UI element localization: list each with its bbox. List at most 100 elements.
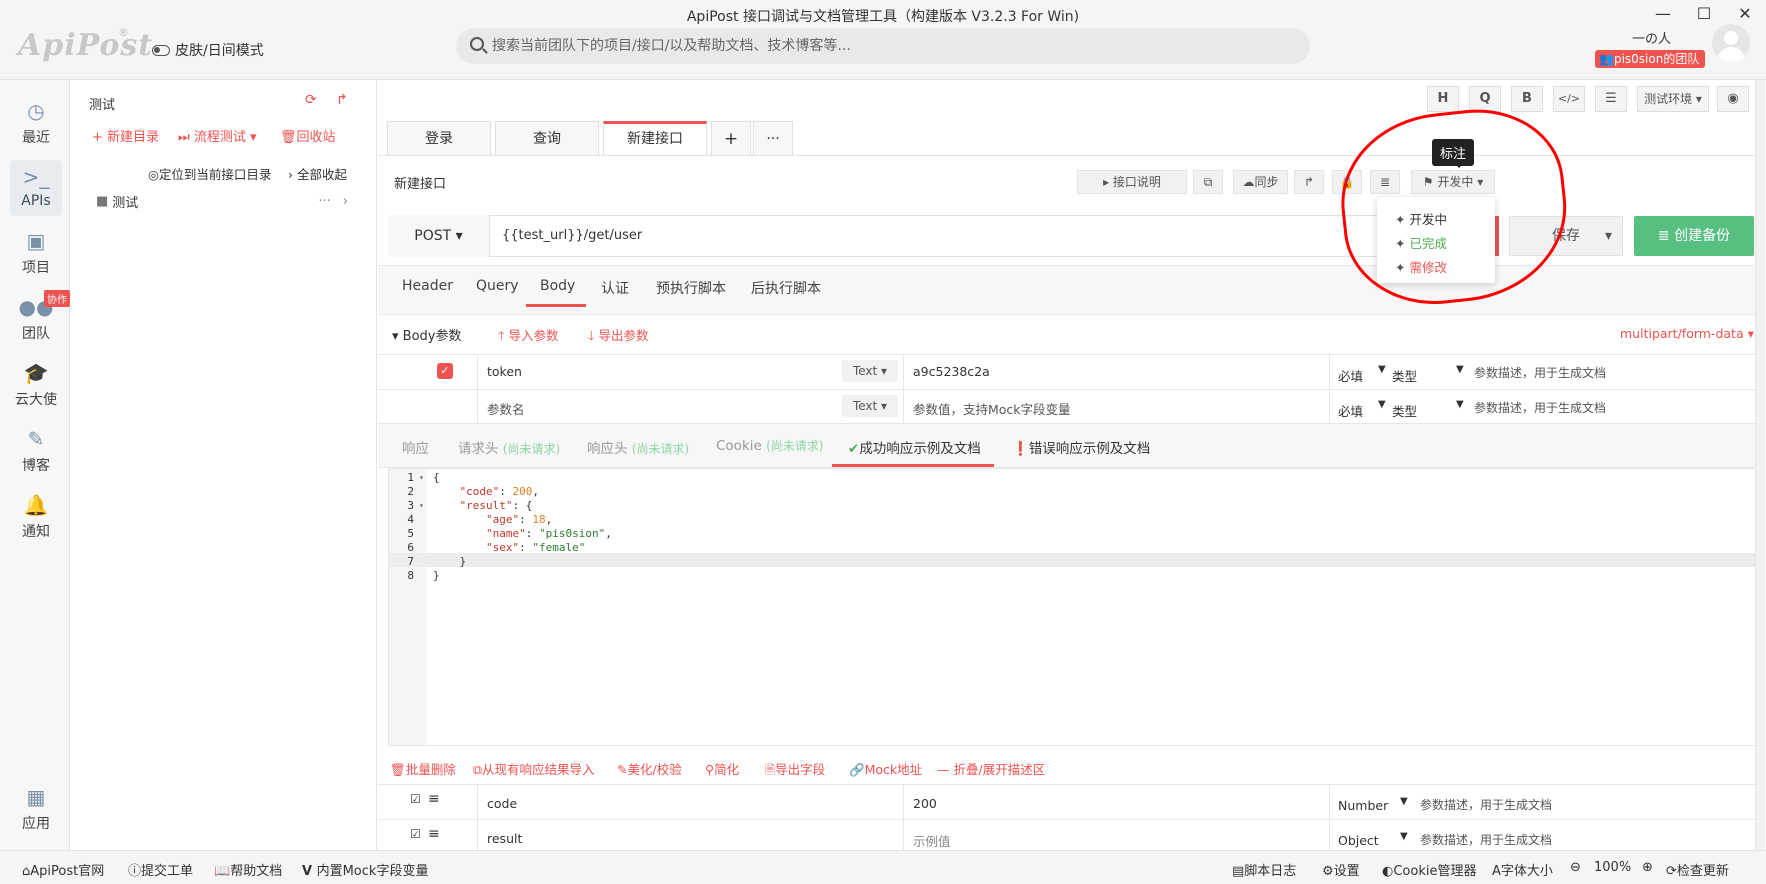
required-select[interactable]: 必填 [1338, 401, 1363, 420]
avatar[interactable] [1712, 24, 1750, 62]
url-input[interactable]: {{test_url}}/get/user [502, 228, 642, 243]
eye-icon[interactable]: ◉ [1717, 86, 1749, 112]
param-type-select[interactable]: Text ▾ [842, 360, 898, 382]
field-checkbox[interactable]: ☑ [410, 792, 421, 806]
script-log-button[interactable]: ▤脚本日志 [1232, 860, 1296, 879]
tab-request-headers[interactable]: 请求头 (尚未请求) [458, 437, 560, 457]
field-type-select[interactable]: Object [1338, 833, 1379, 848]
code-button[interactable]: </> [1553, 86, 1585, 112]
required-select[interactable]: 必填 [1338, 366, 1363, 385]
tab-new-api[interactable]: 新建接口 [603, 121, 707, 155]
content-type-select[interactable]: multipart/form-data ▾ [1620, 326, 1754, 341]
quote-button[interactable]: Q [1469, 86, 1501, 112]
field-checkbox[interactable]: ☑ [410, 827, 421, 841]
tree-folder-item[interactable]: ■ 测试 ··· › [96, 192, 348, 211]
share-icon[interactable]: ↱ [336, 92, 348, 108]
new-directory-button[interactable]: + 新建目录 [92, 126, 159, 145]
tab-query-params[interactable]: Query [476, 278, 519, 294]
fold-arrow-icon[interactable]: ▾ [419, 499, 424, 513]
param-value[interactable]: a9c5238c2a [913, 364, 990, 379]
bold-button[interactable]: B [1511, 86, 1543, 112]
row-checkbox[interactable]: ✓ [437, 363, 453, 379]
tab-auth[interactable]: 认证 [601, 278, 629, 298]
tab-cookie[interactable]: Cookie (尚未请求) [716, 437, 824, 454]
locate-dir-button[interactable]: ◎定位到当前接口目录 [148, 164, 271, 183]
copy-icon[interactable]: ⧉ [1193, 170, 1223, 194]
fold-description-button[interactable]: — 折叠/展开描述区 [937, 759, 1045, 778]
skin-mode-toggle[interactable]: 皮肤/日间模式 [152, 40, 264, 60]
create-backup-button[interactable]: ≣ 创建备份 [1634, 216, 1754, 256]
tab-error-example[interactable]: ❗错误响应示例及文档 [1012, 437, 1150, 457]
tab-pre-script[interactable]: 预执行脚本 [656, 278, 726, 298]
param-description[interactable]: 参数描述，用于生成文档 [1474, 399, 1606, 416]
share-icon[interactable]: ↱ [1294, 170, 1324, 194]
flow-test-button[interactable]: ⏭ 流程测试 ▾ [178, 126, 257, 145]
check-update-button[interactable]: ⟳检查更新 [1666, 860, 1729, 879]
api-doc-button[interactable]: ▸ 接口说明 [1077, 170, 1187, 194]
fold-arrow-icon[interactable]: ▾ [419, 471, 424, 485]
drag-handle-icon[interactable]: ≡ [428, 826, 440, 842]
heading-button[interactable]: H [1427, 86, 1459, 112]
body-params-toggle[interactable]: ▾ Body参数 [392, 325, 462, 344]
nav-apis[interactable]: >_ APIs [10, 160, 62, 216]
tab-header[interactable]: Header [402, 278, 453, 294]
field-description[interactable]: 参数描述，用于生成文档 [1420, 796, 1552, 813]
more-icon[interactable]: ··· [318, 194, 330, 209]
nav-blog[interactable]: ✎ 博客 [10, 428, 62, 475]
tab-body[interactable]: Body [540, 278, 575, 294]
global-search-input[interactable]: 搜索当前团队下的项目/接口/以及帮助文档、技术博客等... [456, 28, 1310, 64]
add-tab-button[interactable]: + [711, 121, 751, 155]
value-type-select[interactable]: 类型 [1392, 366, 1417, 385]
font-size-button[interactable]: A字体大小 [1492, 860, 1553, 879]
official-site-link[interactable]: ⌂ApiPost官网 [22, 860, 104, 879]
tab-login[interactable]: 登录 [387, 121, 491, 155]
tab-post-script[interactable]: 后执行脚本 [751, 278, 821, 298]
code-editor[interactable] [388, 468, 1756, 746]
nav-notifications[interactable]: 🔔 通知 [10, 494, 62, 541]
main-scrollbar[interactable] [1755, 80, 1765, 850]
zoom-in-icon[interactable]: ⊕ [1642, 860, 1653, 875]
beautify-button[interactable]: ✎美化/校验 [617, 759, 682, 778]
minimize-button[interactable]: — [1648, 4, 1678, 24]
tab-response-headers[interactable]: 响应头 (尚未请求) [587, 437, 689, 457]
import-params-button[interactable]: 🡑 导入参数 [498, 325, 559, 348]
nav-cloud-ambassador[interactable]: 🎓 云大使 [10, 362, 62, 409]
field-description[interactable]: 参数描述，用于生成文档 [1420, 831, 1552, 848]
import-response-button[interactable]: ⧉从现有响应结果导入 [473, 759, 594, 778]
field-name[interactable]: result [487, 831, 522, 846]
export-params-button[interactable]: 🡓 导出参数 [588, 325, 649, 348]
batch-delete-button[interactable]: 🗑批量删除 [390, 759, 456, 778]
more-tabs-button[interactable]: ··· [753, 121, 793, 155]
help-docs-link[interactable]: 📖帮助文档 [214, 860, 282, 879]
recycle-bin-button[interactable]: 🗑回收站 [280, 126, 336, 145]
refresh-icon[interactable]: ⟳ [305, 92, 317, 108]
collapse-all-button[interactable]: › 全部收起 [288, 164, 347, 183]
param-type-select[interactable]: Text ▾ [842, 395, 898, 417]
nav-apps[interactable]: ▦ 应用 [10, 786, 62, 833]
tab-success-example[interactable]: ✔成功响应示例及文档 [848, 437, 981, 457]
nav-projects[interactable]: ▣ 项目 [10, 230, 62, 277]
param-description[interactable]: 参数描述，用于生成文档 [1474, 364, 1606, 381]
param-key[interactable]: token [487, 364, 522, 379]
environment-select[interactable]: 测试环境 ▾ [1637, 86, 1709, 112]
mock-vars-link[interactable]: V 内置Mock字段变量 [302, 860, 428, 879]
field-name[interactable]: code [487, 796, 517, 811]
sync-button[interactable]: ☁同步 [1233, 170, 1288, 194]
tab-query[interactable]: 查询 [495, 121, 599, 155]
value-type-select[interactable]: 类型 [1392, 401, 1417, 420]
field-type-select[interactable]: Number [1338, 798, 1388, 813]
mock-url-button[interactable]: 🔗Mock地址 [849, 759, 922, 778]
method-select[interactable]: POST ▾ [388, 215, 490, 257]
maximize-button[interactable]: ☐ [1689, 4, 1719, 24]
field-value[interactable]: 200 [913, 796, 937, 811]
zoom-out-icon[interactable]: ⊖ [1570, 860, 1581, 875]
field-value[interactable]: 示例值 [913, 831, 951, 850]
submit-ticket-link[interactable]: ⓘ提交工单 [128, 860, 193, 879]
team-badge[interactable]: 👥pis0sion的团队 [1595, 50, 1706, 68]
drag-handle-icon[interactable]: ≡ [428, 791, 440, 807]
close-button[interactable]: ✕ [1730, 4, 1760, 24]
simplify-button[interactable]: ⚲简化 [705, 759, 739, 778]
export-fields-button[interactable]: 🗎导出字段 [765, 759, 825, 782]
tab-response[interactable]: 响应 [402, 437, 429, 457]
param-key-input[interactable]: 参数名 [487, 399, 525, 418]
